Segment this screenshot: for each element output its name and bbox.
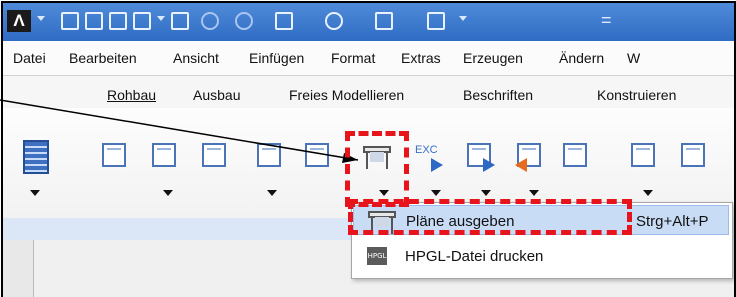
- menu-bearbeiten[interactable]: Bearbeiten: [69, 50, 137, 66]
- menu-item-label: HPGL-Datei drucken: [405, 248, 544, 265]
- menu-aendern[interactable]: Ändern: [559, 50, 604, 66]
- menu-item-hpgl-drucken[interactable]: HPGL HPGL-Datei drucken: [353, 241, 729, 271]
- export-layout-button[interactable]: [463, 140, 499, 174]
- exc-label: EXC: [415, 144, 438, 156]
- chevron-down-icon[interactable]: [163, 190, 173, 196]
- chevron-down-icon[interactable]: [459, 16, 467, 21]
- tab-beschriften[interactable]: Beschriften: [463, 87, 533, 103]
- tools-icon[interactable]: [427, 12, 445, 30]
- title-block-icon: [257, 143, 281, 167]
- save-icon[interactable]: [109, 12, 127, 30]
- open-icon[interactable]: [85, 12, 103, 30]
- quick-access-toolbar: Λ =: [3, 3, 734, 42]
- copy-layout-button[interactable]: [559, 140, 595, 174]
- menu-bar: Datei Bearbeiten Ansicht Einfügen Format…: [3, 41, 734, 76]
- left-panel: [3, 240, 33, 297]
- edit-layout-icon: [681, 143, 705, 167]
- menu-einfuegen[interactable]: Einfügen: [249, 50, 304, 66]
- menu-overflow[interactable]: W: [627, 50, 640, 66]
- edit-layout-button[interactable]: [677, 140, 713, 174]
- app-logo[interactable]: Λ: [7, 10, 31, 32]
- menu-format[interactable]: Format: [331, 50, 375, 66]
- insert-icon: [631, 143, 655, 167]
- menu-ansicht[interactable]: Ansicht: [173, 50, 219, 66]
- chevron-down-icon[interactable]: [157, 16, 165, 21]
- copy-layout-icon: [563, 143, 587, 167]
- chevron-down-icon[interactable]: [481, 190, 491, 196]
- tab-ausbau[interactable]: Ausbau: [193, 87, 240, 103]
- redo-icon[interactable]: [235, 12, 253, 30]
- chevron-down-icon[interactable]: [431, 190, 441, 196]
- menu-erzeugen[interactable]: Erzeugen: [463, 50, 523, 66]
- frame-button[interactable]: [198, 140, 234, 174]
- application-window: Λ = Datei Bearbeiten Ansicht Einfügen Fo…: [1, 1, 736, 297]
- chevron-down-icon[interactable]: [30, 190, 40, 196]
- customize-toolbar-icon[interactable]: =: [601, 10, 612, 31]
- edit-icon[interactable]: [133, 12, 151, 30]
- comment-icon[interactable]: [171, 12, 189, 30]
- chevron-down-icon[interactable]: [37, 16, 45, 21]
- title-block-button[interactable]: [253, 140, 289, 174]
- stamp-button[interactable]: [301, 140, 337, 174]
- new-project-icon[interactable]: [61, 12, 79, 30]
- add-layout-button[interactable]: [148, 140, 184, 174]
- plotter-icon[interactable]: [363, 146, 391, 170]
- tab-konstruieren[interactable]: Konstruieren: [597, 87, 676, 103]
- menu-item-label: Pläne ausgeben: [406, 213, 515, 230]
- plotter-icon: [368, 211, 396, 235]
- undo-icon[interactable]: [201, 12, 219, 30]
- layout-button[interactable]: [98, 140, 134, 174]
- tab-freies-modellieren[interactable]: Freies Modellieren: [289, 87, 404, 103]
- add-layout-icon: [152, 143, 176, 167]
- arrow-left-icon: [515, 158, 527, 172]
- hpgl-icon: HPGL: [367, 247, 387, 265]
- chevron-down-icon[interactable]: [379, 190, 389, 196]
- layout-icon: [102, 143, 126, 167]
- output-dropdown-menu: Pläne ausgeben Strg+Alt+P HPGL HPGL-Date…: [351, 202, 733, 279]
- menu-datei[interactable]: Datei: [13, 50, 46, 66]
- menu-item-shortcut: Strg+Alt+P: [636, 213, 709, 230]
- building-icon[interactable]: [23, 140, 49, 174]
- chevron-down-icon[interactable]: [267, 190, 277, 196]
- view-icon[interactable]: [325, 12, 343, 30]
- ribbon-tab-bar: Rohbau Ausbau Freies Modellieren Beschri…: [3, 76, 734, 108]
- layer-icon[interactable]: [275, 12, 293, 30]
- menu-item-plaene-ausgeben[interactable]: Pläne ausgeben Strg+Alt+P: [353, 205, 729, 235]
- window-icon[interactable]: [375, 12, 393, 30]
- stamp-icon: [305, 143, 329, 167]
- chevron-down-icon[interactable]: [643, 190, 653, 196]
- arrow-right-icon: [483, 158, 495, 172]
- menu-extras[interactable]: Extras: [401, 50, 441, 66]
- chevron-down-icon[interactable]: [529, 190, 539, 196]
- frame-icon: [202, 143, 226, 167]
- insert-button[interactable]: [627, 140, 663, 174]
- tab-rohbau[interactable]: Rohbau: [107, 87, 156, 103]
- import-button[interactable]: [513, 140, 549, 174]
- export-button[interactable]: EXC: [413, 140, 449, 174]
- arrow-right-icon: [431, 158, 443, 172]
